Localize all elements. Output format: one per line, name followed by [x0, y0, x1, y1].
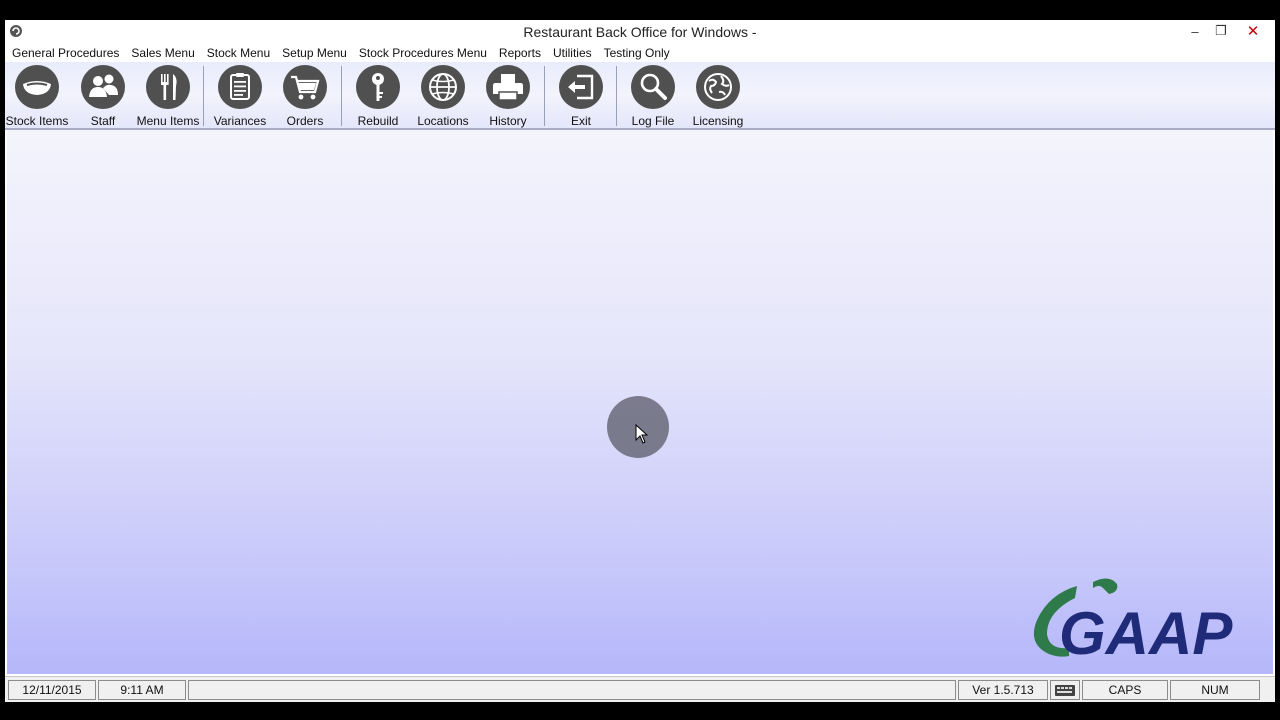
toolbar-separator	[341, 66, 342, 126]
toolbar-button-orders[interactable]: Orders	[273, 64, 337, 128]
status-date: 12/11/2015	[8, 680, 96, 700]
toolbar-button-licensing[interactable]: Licensing	[686, 64, 750, 128]
toolbar-button-locations[interactable]: Locations	[411, 64, 475, 128]
key-icon	[356, 65, 400, 109]
printer-icon	[486, 65, 530, 109]
clipboard-icon	[218, 65, 262, 109]
exit-icon	[559, 65, 603, 109]
status-version: Ver 1.5.713	[958, 680, 1048, 700]
close-button[interactable]: ✕	[1237, 20, 1269, 42]
toolbar-button-history[interactable]: History	[476, 64, 540, 128]
cart-icon	[283, 65, 327, 109]
globe-icon	[421, 65, 465, 109]
menu-stock-menu[interactable]: Stock Menu	[201, 46, 276, 60]
minimize-button[interactable]: –	[1182, 20, 1208, 42]
toolbar-button-rebuild[interactable]: Rebuild	[346, 64, 410, 128]
window-title: Restaurant Back Office for Windows -	[523, 24, 757, 40]
gaap-logo: GAAP	[1033, 578, 1233, 667]
menu-bar: General Procedures Sales Menu Stock Menu…	[5, 43, 1275, 62]
menu-reports[interactable]: Reports	[493, 46, 547, 60]
toolbar-separator	[544, 66, 545, 126]
toolbar: Stock Items Staff Menu Items Variances O…	[5, 62, 1275, 130]
dish-icon	[15, 65, 59, 109]
logo-text: GAAP	[1059, 600, 1233, 667]
magnifier-icon	[631, 65, 675, 109]
menu-general-procedures[interactable]: General Procedures	[5, 46, 125, 60]
toolbar-button-exit[interactable]: Exit	[549, 64, 613, 128]
people-icon	[81, 65, 125, 109]
cutlery-icon	[146, 65, 190, 109]
toolbar-button-stock-items[interactable]: Stock Items	[5, 64, 69, 128]
status-num: NUM	[1170, 680, 1260, 700]
menu-setup-menu[interactable]: Setup Menu	[276, 46, 353, 60]
status-bar: 12/11/2015 9:11 AM Ver 1.5.713 CAPS NUM	[5, 676, 1275, 702]
toolbar-button-log-file[interactable]: Log File	[621, 64, 685, 128]
toolbar-button-staff[interactable]: Staff	[71, 64, 135, 128]
app-window: Restaurant Back Office for Windows - – ❐…	[5, 20, 1275, 702]
menu-stock-procedures-menu[interactable]: Stock Procedures Menu	[353, 46, 493, 60]
menu-sales-menu[interactable]: Sales Menu	[125, 46, 200, 60]
main-workspace: GAAP	[7, 130, 1273, 674]
status-keyboard	[1050, 680, 1080, 700]
toolbar-separator	[203, 66, 204, 126]
toolbar-button-menu-items[interactable]: Menu Items	[136, 64, 200, 128]
menu-utilities[interactable]: Utilities	[547, 46, 598, 60]
status-caps: CAPS	[1082, 680, 1168, 700]
title-bar[interactable]: Restaurant Back Office for Windows - – ❐…	[5, 20, 1275, 43]
keyboard-icon	[1055, 685, 1075, 696]
status-time: 9:11 AM	[98, 680, 186, 700]
menu-testing-only[interactable]: Testing Only	[598, 46, 676, 60]
toolbar-separator	[616, 66, 617, 126]
toolbar-button-variances[interactable]: Variances	[208, 64, 272, 128]
status-message	[188, 680, 956, 700]
mouse-pointer-icon	[635, 424, 649, 444]
maximize-button[interactable]: ❐	[1208, 20, 1234, 42]
world-icon	[696, 65, 740, 109]
